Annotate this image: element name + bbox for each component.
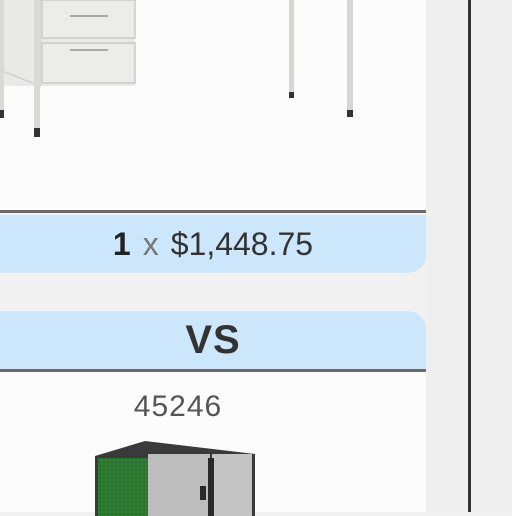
price-value: $1,448.75	[170, 225, 314, 262]
comparison-card: 1 x $1,448.75 VS 45246	[0, 0, 426, 516]
times-symbol: x	[142, 225, 159, 262]
quantity-value: 1	[112, 225, 131, 262]
cabinet-image[interactable]	[90, 436, 260, 516]
section-divider	[0, 210, 426, 213]
top-product-image-area[interactable]	[0, 0, 426, 210]
vs-label: VS	[185, 317, 241, 362]
vs-banner: VS	[0, 311, 426, 369]
right-panel	[471, 0, 512, 512]
desk-image[interactable]	[0, 0, 426, 210]
product-id: 45246	[133, 390, 223, 423]
quantity-price-bar: 1 x $1,448.75	[0, 215, 426, 273]
right-gutter	[426, 0, 468, 512]
